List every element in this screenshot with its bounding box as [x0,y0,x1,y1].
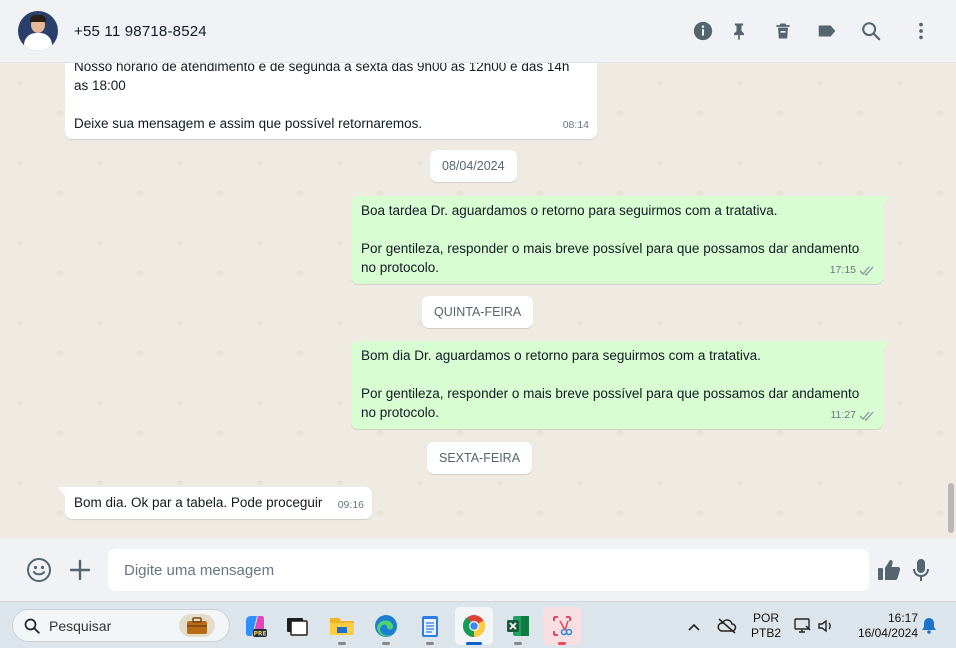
thumbs-up-icon[interactable] [875,556,903,584]
clock-time: 16:17 [887,611,918,625]
search-icon[interactable] [859,19,883,43]
message-input[interactable] [108,549,869,591]
work-briefcase-icon [179,614,215,637]
taskbar-search-placeholder: Pesquisar [49,617,112,634]
chrome-icon[interactable] [455,607,493,645]
svg-text:PRE: PRE [253,631,266,638]
message-text: Nosso horário de atendimento é de segund… [74,63,570,131]
search-icon [24,618,40,634]
date-divider: 08/04/2024 [430,150,517,182]
message-list[interactable]: Nosso horário de atendimento é de segund… [0,63,956,538]
clock-date: 16/04/2024 [857,626,918,640]
label-icon[interactable] [815,19,839,43]
info-icon[interactable] [691,19,715,43]
snipping-tool-icon[interactable] [543,607,581,645]
message-text: Boa tardea Dr. aguardamos o retorno para… [361,203,860,275]
copilot-pre-icon[interactable]: PRE [236,607,274,645]
date-divider: SEXTA-FEIRA [427,442,533,474]
message-time: 11:27 [830,409,857,421]
pin-icon[interactable] [727,19,751,43]
plus-icon[interactable] [66,556,94,584]
message-meta: 11:27 [831,406,876,425]
cloud-off-icon[interactable] [717,617,737,640]
contact-name[interactable]: +55 11 98718-8524 [74,23,207,40]
message-outgoing[interactable]: Bom dia Dr. aguardamos o retorno para se… [351,341,890,429]
contact-avatar[interactable] [18,11,58,51]
message-outgoing[interactable]: Boa tardea Dr. aguardamos o retorno para… [351,196,890,284]
chat-header: +55 11 98718-8524 [0,0,956,63]
double-check-icon [859,411,874,421]
microphone-icon[interactable] [907,556,935,584]
taskbar-search[interactable]: Pesquisar [12,609,230,642]
message-incoming[interactable]: Bom dia. Ok par a tabela. Pode proceguir… [58,487,372,519]
task-view-icon[interactable] [278,607,316,645]
volume-icon[interactable] [817,617,835,640]
chevron-up-icon[interactable] [688,619,700,637]
more-vertical-icon[interactable] [909,19,933,43]
message-time: 17:15 [829,264,856,276]
file-explorer-icon[interactable] [323,607,361,645]
language-code: POR [752,611,779,625]
scrollbar-thumb[interactable] [948,483,954,533]
date-divider: QUINTA-FEIRA [422,296,534,328]
message-text: Bom dia Dr. aguardamos o retorno para se… [361,348,860,420]
message-meta: 17:15 [830,261,875,280]
network-icon[interactable] [794,617,812,640]
notepad-icon[interactable] [411,607,449,645]
windows-taskbar: Pesquisar PRE POR PTB2 16:17 16/04/2024 [0,601,956,648]
message-time: 09:16 [337,499,364,511]
message-text: Bom dia. Ok par a tabela. Pode proceguir [74,495,323,510]
notification-bell-icon[interactable] [921,616,937,639]
excel-icon[interactable] [499,607,537,645]
language-indicator[interactable]: POR PTB2 [750,611,782,641]
message-incoming[interactable]: Nosso horário de atendimento é de segund… [65,63,597,139]
edge-icon[interactable] [367,607,405,645]
keyboard-layout: PTB2 [750,626,781,640]
clock[interactable]: 16:17 16/04/2024 [848,611,918,641]
message-composer [0,538,956,601]
emoji-icon[interactable] [25,556,53,584]
trash-icon[interactable] [771,19,795,43]
message-time: 08:14 [562,119,589,131]
double-check-icon [859,266,874,276]
